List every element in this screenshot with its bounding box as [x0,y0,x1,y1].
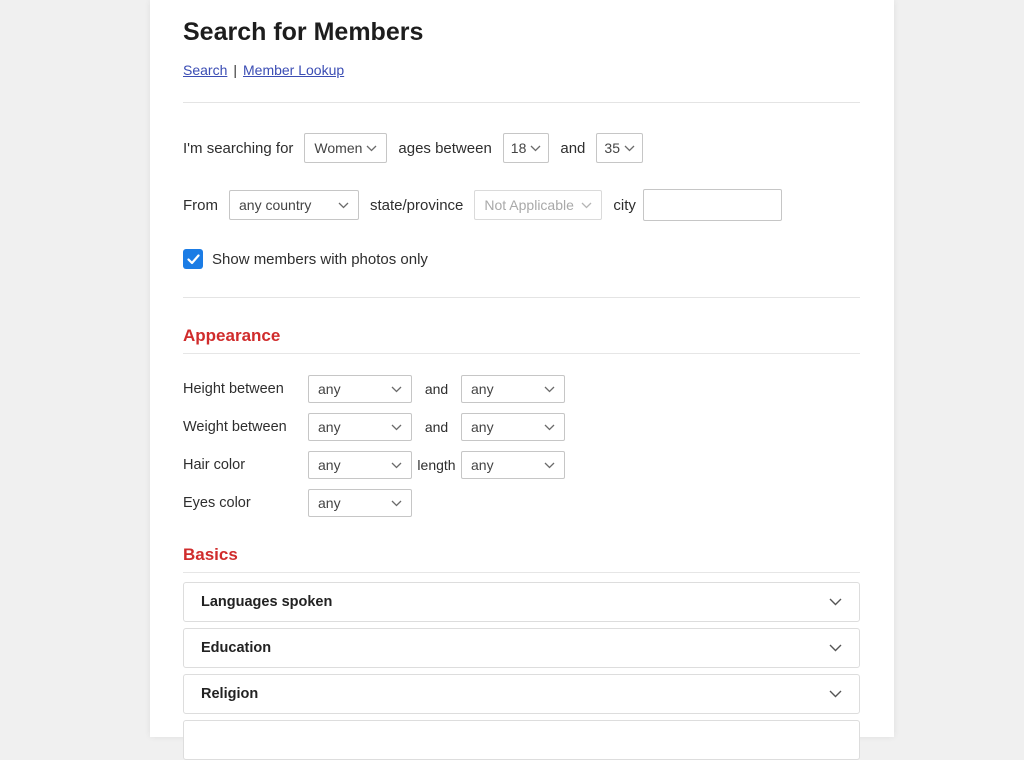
eyes-color-select[interactable]: any [308,489,412,517]
chevron-down-icon [829,690,842,698]
location-criteria-row: From any country state/province Not Appl… [183,189,860,221]
appearance-heading: Appearance [183,326,860,346]
height-to-value: any [471,381,494,397]
height-label: Height between [183,381,308,397]
hair-color-label: Hair color [183,457,308,473]
basics-accordion-list: Languages spoken Education Religion [183,582,860,760]
weight-label: Weight between [183,419,308,435]
chevron-down-icon [544,424,555,431]
divider [183,102,860,103]
city-input[interactable] [643,189,782,221]
chevron-down-icon [391,386,402,393]
age-max-value: 35 [604,140,620,156]
eyes-color-label: Eyes color [183,495,308,511]
divider [183,572,860,573]
search-criteria-row: I'm searching for Women ages between 18 … [183,133,860,163]
chevron-down-icon [391,500,402,507]
hair-row: Hair color any length any [183,451,860,479]
state-province-value: Not Applicable [484,197,574,213]
from-label: From [183,197,218,214]
hair-length-label: length [412,457,461,473]
weight-to-value: any [471,419,494,435]
height-to-select[interactable]: any [461,375,565,403]
height-from-select[interactable]: any [308,375,412,403]
state-province-select[interactable]: Not Applicable [474,190,602,220]
age-min-select[interactable]: 18 [503,133,550,163]
divider [183,353,860,354]
hair-length-select[interactable]: any [461,451,565,479]
hair-color-value: any [318,457,341,473]
breadcrumb-links: Search | Member Lookup [183,62,860,78]
height-and-label: and [412,381,461,397]
accordion-label: Education [201,640,271,656]
chevron-down-icon [581,202,592,209]
member-lookup-link[interactable]: Member Lookup [243,62,344,78]
basics-heading: Basics [183,545,860,565]
chevron-down-icon [829,598,842,606]
accordion-label: Religion [201,686,258,702]
photos-only-checkbox[interactable] [183,249,203,269]
hair-color-select[interactable]: any [308,451,412,479]
chevron-down-icon [544,462,555,469]
page-title: Search for Members [183,18,860,47]
country-select[interactable]: any country [229,190,359,220]
chevron-down-icon [530,145,541,152]
height-row: Height between any and any [183,375,860,403]
chevron-down-icon [391,424,402,431]
accordion-label: Languages spoken [201,594,332,610]
eyes-color-value: any [318,495,341,511]
weight-from-select[interactable]: any [308,413,412,441]
chevron-down-icon [338,202,349,209]
city-label: city [613,197,636,214]
search-link[interactable]: Search [183,62,227,78]
accordion-languages-spoken[interactable]: Languages spoken [183,582,860,622]
divider [183,297,860,298]
eyes-row: Eyes color any [183,489,860,517]
age-min-value: 18 [511,140,527,156]
height-from-value: any [318,381,341,397]
chevron-down-icon [829,644,842,652]
accordion-item-partial[interactable] [183,720,860,760]
chevron-down-icon [391,462,402,469]
chevron-down-icon [544,386,555,393]
weight-and-label: and [412,419,461,435]
checkmark-icon [187,254,200,265]
chevron-down-icon [366,145,377,152]
photos-only-row: Show members with photos only [183,249,860,269]
ages-between-label: ages between [398,140,491,157]
age-max-select[interactable]: 35 [596,133,643,163]
and-label: and [560,140,585,157]
hair-length-value: any [471,457,494,473]
accordion-religion[interactable]: Religion [183,674,860,714]
country-select-value: any country [239,197,311,213]
content-card: Search for Members Search|Member Lookup … [150,0,894,737]
state-province-label: state/province [370,197,463,214]
weight-from-value: any [318,419,341,435]
gender-select-value: Women [314,140,362,156]
gender-select[interactable]: Women [304,133,387,163]
chevron-down-icon [624,145,635,152]
weight-row: Weight between any and any [183,413,860,441]
searching-for-label: I'm searching for [183,140,293,157]
link-separator: | [233,62,237,78]
accordion-education[interactable]: Education [183,628,860,668]
photos-only-label: Show members with photos only [212,251,428,268]
weight-to-select[interactable]: any [461,413,565,441]
